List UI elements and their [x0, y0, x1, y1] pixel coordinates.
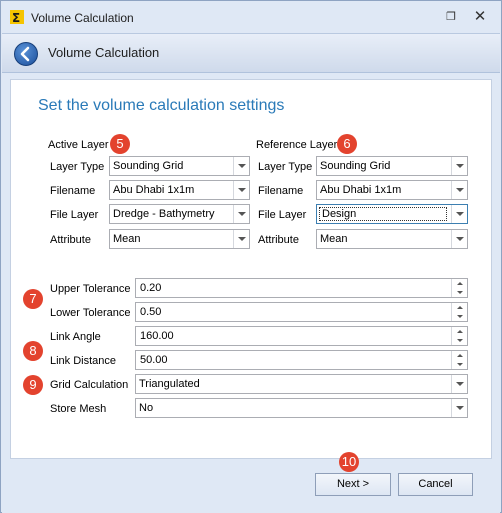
- chevron-down-icon[interactable]: [233, 157, 249, 175]
- window-title: Volume Calculation: [31, 11, 134, 25]
- reference-attribute-select[interactable]: Mean: [316, 229, 468, 249]
- callout-badge-7: 7: [23, 289, 43, 309]
- active-attribute-label: Attribute: [50, 234, 91, 246]
- upper-tolerance-value: 0.20: [140, 282, 162, 294]
- reference-layer-type-value: Sounding Grid: [320, 160, 391, 172]
- reference-filename-select[interactable]: Abu Dhabi 1x1m: [316, 180, 468, 200]
- link-distance-value: 50.00: [140, 354, 168, 366]
- chevron-down-icon[interactable]: [233, 205, 249, 223]
- reference-layer-type-label: Layer Type: [258, 161, 313, 173]
- spin-down-icon[interactable]: [452, 360, 467, 369]
- spin-down-icon[interactable]: [452, 336, 467, 345]
- lower-tolerance-label: Lower Tolerance: [50, 307, 131, 319]
- lower-tolerance-value: 0.50: [140, 306, 162, 318]
- callout-badge-6: 6: [337, 134, 357, 154]
- title-bar: Σ Volume Calculation ❐ ✕: [1, 1, 501, 33]
- active-layer-type-label: Layer Type: [50, 161, 105, 173]
- active-filename-label: Filename: [50, 185, 96, 197]
- chevron-down-icon[interactable]: [451, 375, 467, 393]
- spin-buttons[interactable]: [451, 303, 467, 321]
- cancel-button[interactable]: Cancel: [398, 473, 473, 496]
- wizard-header: Volume Calculation: [2, 33, 500, 73]
- spin-buttons[interactable]: [451, 351, 467, 369]
- dialog-window: Σ Volume Calculation ❐ ✕ Volume Calculat…: [0, 0, 502, 513]
- active-file-layer-value: Dredge - Bathymetry: [113, 208, 215, 220]
- close-icon[interactable]: ✕: [469, 7, 491, 27]
- svg-text:Σ: Σ: [12, 11, 20, 24]
- link-angle-value: 160.00: [140, 330, 174, 342]
- spin-buttons[interactable]: [451, 327, 467, 345]
- reference-attribute-label: Attribute: [258, 234, 299, 246]
- callout-badge-8: 8: [23, 341, 43, 361]
- upper-tolerance-label: Upper Tolerance: [50, 283, 131, 295]
- app-icon: Σ: [10, 10, 24, 24]
- spin-up-icon[interactable]: [452, 303, 467, 312]
- reference-layer-type-select[interactable]: Sounding Grid: [316, 156, 468, 176]
- active-file-layer-label: File Layer: [50, 209, 99, 221]
- reference-file-layer-value: Design: [319, 207, 447, 221]
- reference-layer-label: Reference Layer: [256, 139, 338, 151]
- wizard-title: Volume Calculation: [48, 45, 160, 60]
- chevron-down-icon[interactable]: [451, 230, 467, 248]
- link-distance-input[interactable]: 50.00: [135, 350, 468, 370]
- callout-badge-5: 5: [110, 134, 130, 154]
- reference-filename-value: Abu Dhabi 1x1m: [320, 184, 402, 196]
- chevron-down-icon[interactable]: [233, 230, 249, 248]
- page-heading: Set the volume calculation settings: [38, 97, 285, 114]
- link-distance-label: Link Distance: [50, 355, 117, 367]
- grid-calculation-value: Triangulated: [139, 378, 200, 390]
- reference-file-layer-select[interactable]: Design: [316, 204, 468, 224]
- chevron-down-icon[interactable]: [451, 181, 467, 199]
- active-file-layer-select[interactable]: Dredge - Bathymetry: [109, 204, 250, 224]
- active-filename-select[interactable]: Abu Dhabi 1x1m: [109, 180, 250, 200]
- spin-up-icon[interactable]: [452, 279, 467, 288]
- store-mesh-select[interactable]: No: [135, 398, 468, 418]
- spin-buttons[interactable]: [451, 279, 467, 297]
- chevron-down-icon[interactable]: [451, 205, 467, 223]
- chevron-down-icon[interactable]: [233, 181, 249, 199]
- callout-badge-9: 9: [23, 375, 43, 395]
- store-mesh-value: No: [139, 402, 154, 414]
- callout-badge-10: 10: [339, 452, 359, 472]
- spin-down-icon[interactable]: [452, 312, 467, 321]
- next-button[interactable]: Next >: [315, 473, 391, 496]
- store-mesh-label: Store Mesh: [50, 403, 107, 415]
- grid-calculation-select[interactable]: Triangulated: [135, 374, 468, 394]
- reference-attribute-value: Mean: [320, 233, 348, 245]
- active-attribute-value: Mean: [113, 233, 141, 245]
- active-filename-value: Abu Dhabi 1x1m: [113, 184, 195, 196]
- active-attribute-select[interactable]: Mean: [109, 229, 250, 249]
- chevron-down-icon[interactable]: [451, 399, 467, 417]
- lower-tolerance-input[interactable]: 0.50: [135, 302, 468, 322]
- link-angle-input[interactable]: 160.00: [135, 326, 468, 346]
- spin-up-icon[interactable]: [452, 327, 467, 336]
- grid-calculation-label: Grid Calculation: [50, 379, 129, 391]
- spin-down-icon[interactable]: [452, 288, 467, 297]
- back-arrow-icon[interactable]: [14, 42, 38, 66]
- active-layer-label: Active Layer: [48, 139, 109, 151]
- chevron-down-icon[interactable]: [451, 157, 467, 175]
- active-layer-type-select[interactable]: Sounding Grid: [109, 156, 250, 176]
- pin-icon[interactable]: ❐: [441, 7, 461, 27]
- link-angle-label: Link Angle: [50, 331, 101, 343]
- reference-filename-label: Filename: [258, 185, 304, 197]
- upper-tolerance-input[interactable]: 0.20: [135, 278, 468, 298]
- active-layer-type-value: Sounding Grid: [113, 160, 184, 172]
- reference-file-layer-label: File Layer: [258, 209, 307, 221]
- spin-up-icon[interactable]: [452, 351, 467, 360]
